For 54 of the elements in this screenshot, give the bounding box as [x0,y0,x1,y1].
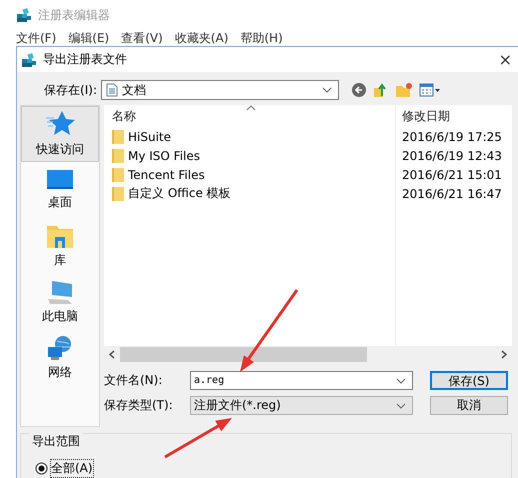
radio-option[interactable]: 全部(A) [35,460,93,477]
view-menu-icon[interactable] [419,83,441,97]
file-name[interactable]: HiSuite [128,130,172,144]
annotation-arrow [164,418,232,458]
modified-date: 2016/6/21 16:47 [402,186,502,200]
document-icon [106,83,118,97]
place-item[interactable]: 桌面 [21,162,99,218]
menu-item[interactable]: 文件(F) [16,30,56,46]
close-button[interactable]: × [498,50,518,69]
sort-caret-icon [246,105,256,111]
cancel-button[interactable]: 取消 [430,396,508,415]
app-title: 注册表编辑器 [38,6,110,24]
location-dropdown[interactable]: 文档 [101,80,339,100]
menu-item[interactable]: 帮助(H) [240,30,283,46]
field-label: 保存在(I): [43,82,98,98]
filetype-dropdown[interactable]: 注册文件(*.reg) [190,396,413,415]
group-title: 导出范围 [29,433,83,450]
folder-icon [112,168,124,182]
menu-item[interactable]: 收藏夹(A) [174,30,228,46]
column-header[interactable]: 名称 [112,105,395,127]
computer-icon [46,279,74,305]
menu-item[interactable]: 编辑(E) [68,30,110,46]
column-header[interactable]: 修改日期 [402,105,512,127]
scroll-thumb[interactable] [120,347,367,362]
new-folder-icon[interactable] [395,82,413,98]
place-item[interactable]: 快速访问 [21,106,99,162]
folder-icon [112,148,124,162]
field-label: 保存类型(T): [104,397,174,414]
folder-icon [112,130,124,144]
place-item[interactable]: 此电脑 [21,274,99,330]
file-name[interactable]: My ISO Files [128,148,200,162]
folder-icon [112,186,124,200]
file-name[interactable]: 自定义 Office 模板 [128,185,231,202]
desktop-icon [46,169,74,191]
place-item[interactable]: 库 [21,218,99,274]
star-icon [45,110,75,138]
field-label: 文件名(N): [104,372,164,389]
scroll-left-icon[interactable] [109,350,115,359]
back-icon[interactable] [351,82,367,98]
place-item[interactable]: 网络 [21,330,99,386]
file-name[interactable]: Tencent Files [128,168,205,182]
library-folder-icon [46,223,74,249]
scroll-right-icon[interactable] [501,350,507,359]
modified-date: 2016/6/19 17:25 [402,130,502,144]
menu-item[interactable]: 查看(V) [121,30,163,46]
modified-date: 2016/6/21 15:01 [402,168,502,182]
radio-button[interactable] [35,462,48,475]
save-button[interactable]: 保存(S) [430,371,508,390]
registry-icon [16,7,32,23]
filename-field[interactable]: a.reg [190,371,413,390]
modified-date: 2016/6/19 12:43 [402,148,502,162]
registry-icon [21,52,37,68]
dialog-title: 导出注册表文件 [43,51,128,68]
network-icon [46,335,74,361]
